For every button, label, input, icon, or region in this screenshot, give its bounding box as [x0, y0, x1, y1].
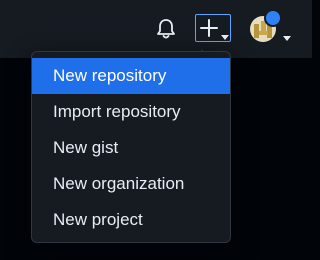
menu-item-new-repository[interactable]: New repository — [32, 58, 230, 94]
menu-item-new-organization[interactable]: New organization — [32, 166, 230, 202]
menu-list: New repository Import repository New gis… — [32, 52, 230, 238]
chevron-down-icon — [221, 27, 229, 40]
create-new-button[interactable] — [195, 14, 231, 42]
chevron-down-icon[interactable] — [283, 28, 291, 41]
create-new-dropdown-menu: New repository Import repository New gis… — [31, 51, 231, 243]
menu-item-new-project[interactable]: New project — [32, 202, 230, 238]
top-header — [0, 0, 312, 58]
notification-dot — [266, 11, 280, 25]
bell-icon[interactable] — [156, 18, 176, 40]
menu-item-new-gist[interactable]: New gist — [32, 130, 230, 166]
menu-item-import-repository[interactable]: Import repository — [32, 94, 230, 130]
plus-icon — [199, 18, 219, 38]
